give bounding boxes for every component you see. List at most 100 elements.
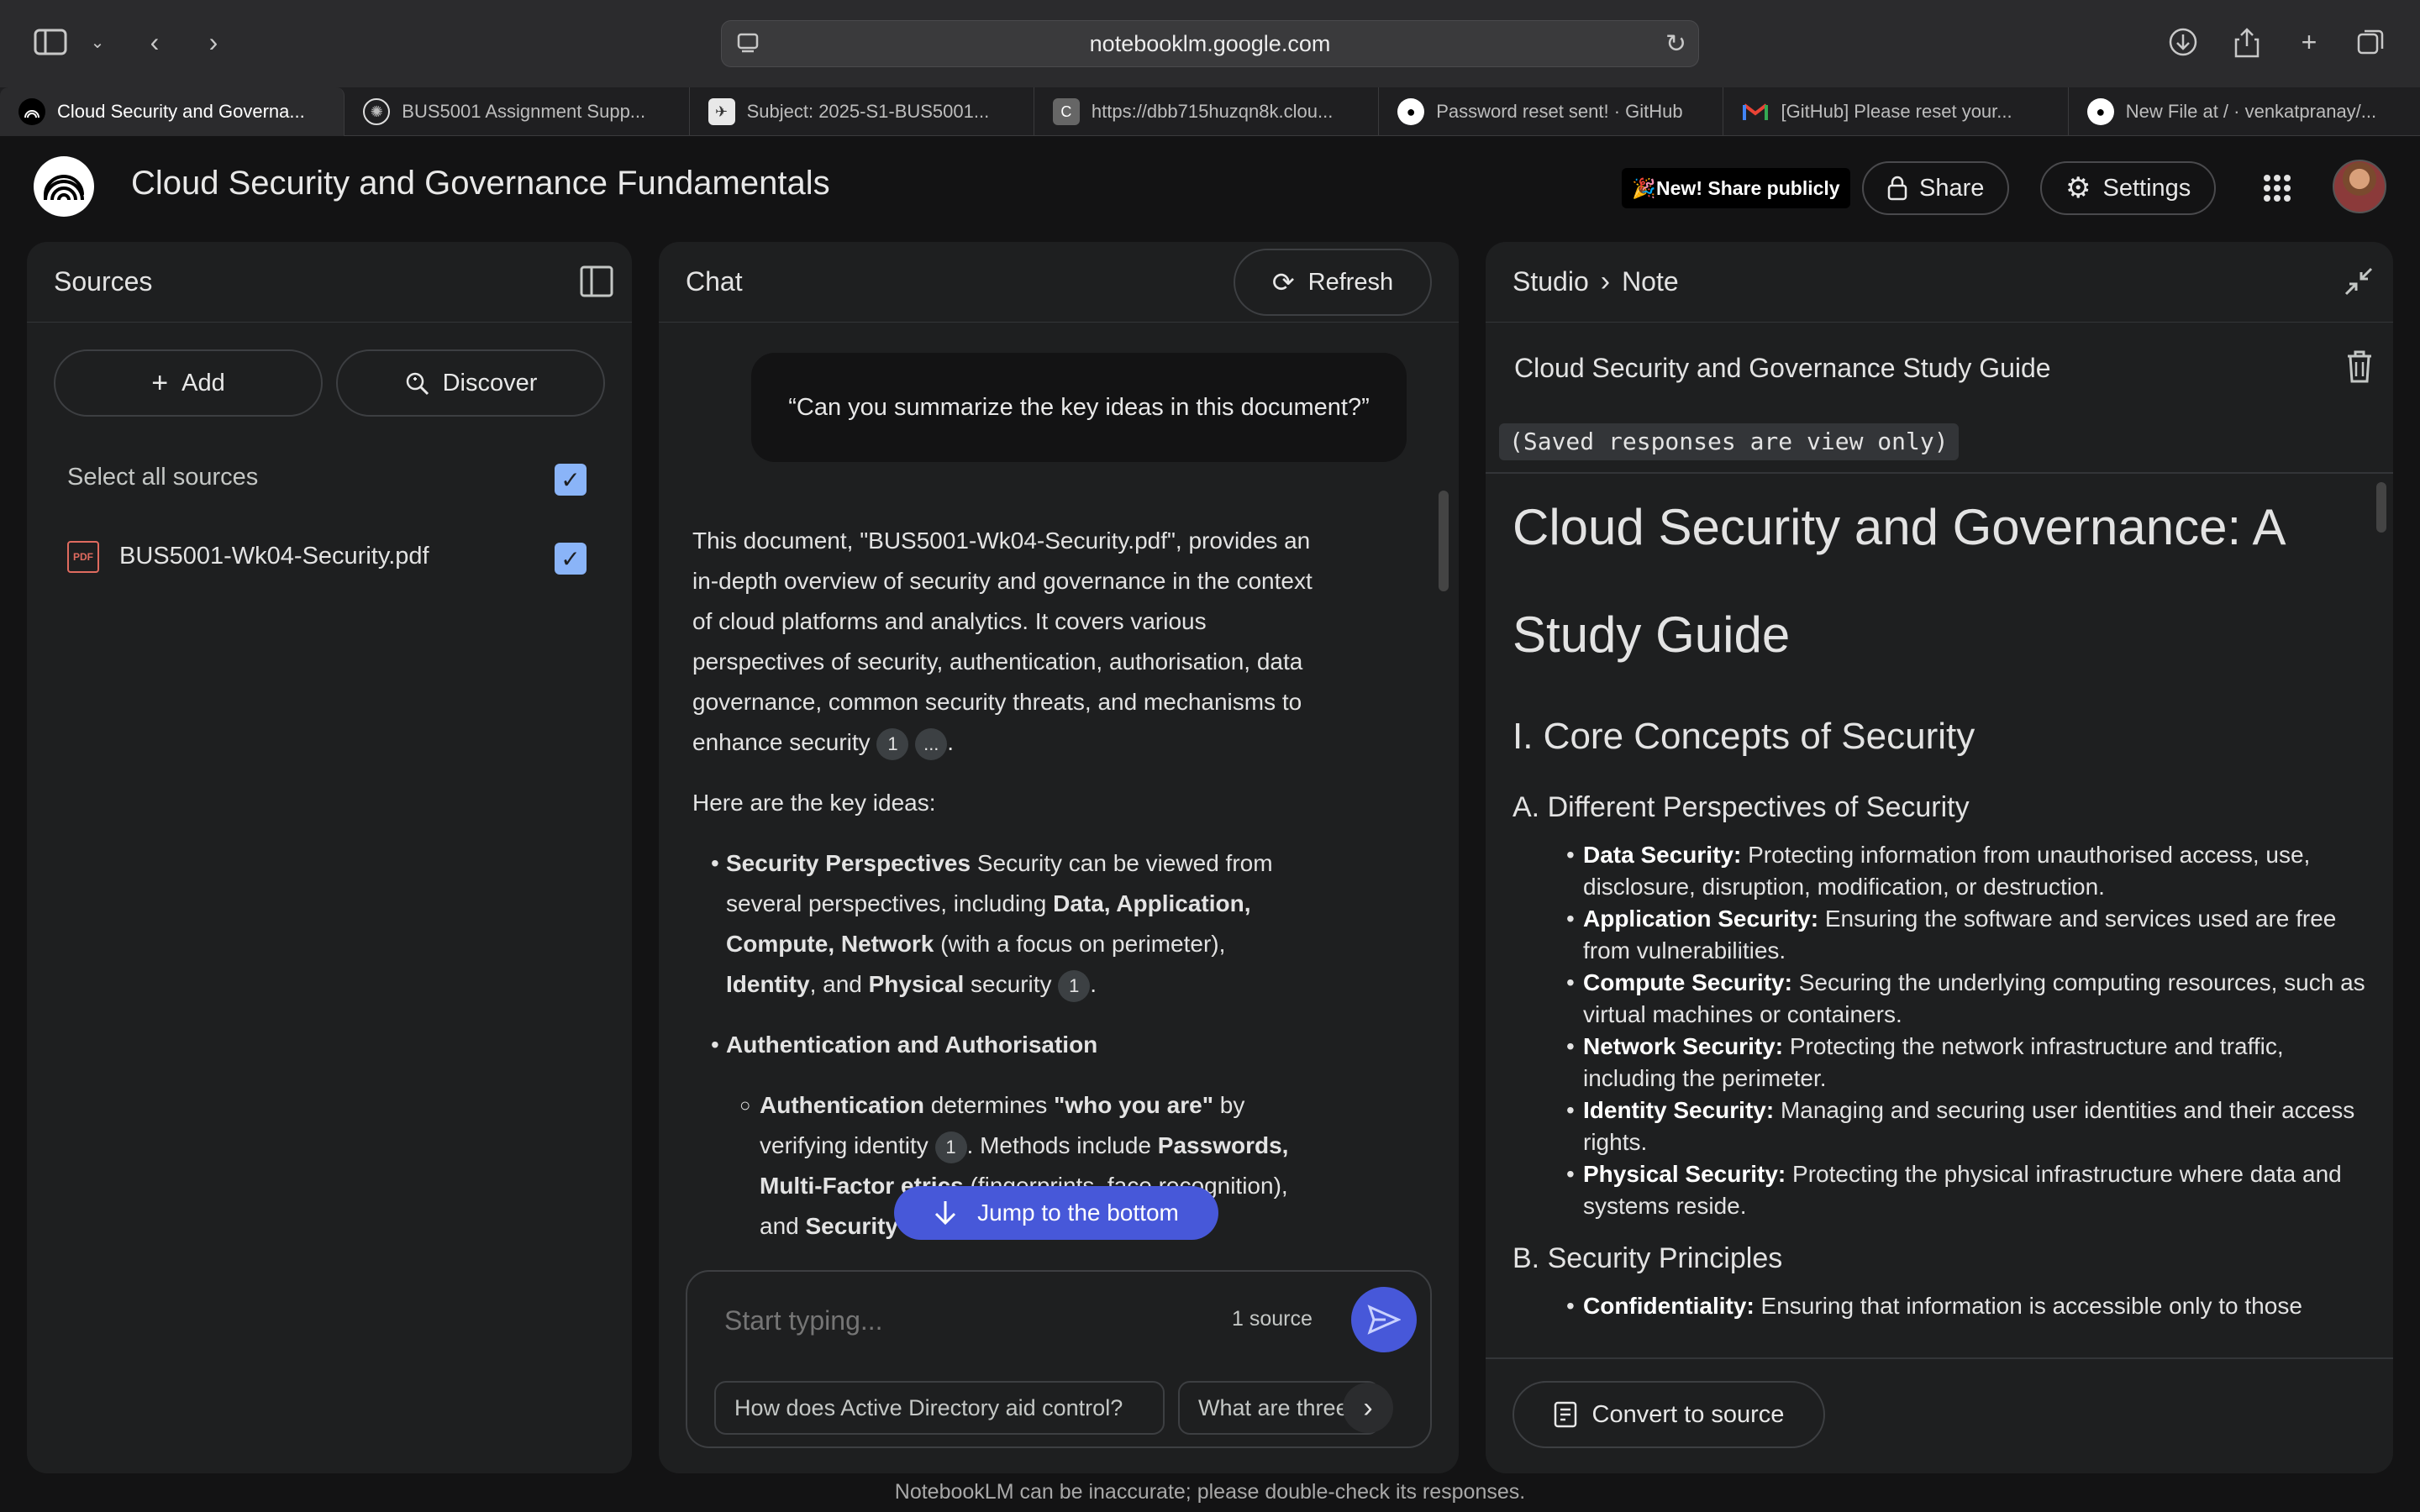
suggestions-next-button[interactable]: › — [1343, 1383, 1393, 1433]
avatar[interactable] — [2333, 160, 2386, 213]
new-tab-icon[interactable]: + — [2291, 24, 2328, 60]
source-item[interactable]: PDF BUS5001-Wk04-Security.pdf — [67, 533, 605, 583]
subject-favicon-icon: ✈ — [708, 98, 735, 125]
citation-chip[interactable]: 1 — [876, 727, 909, 760]
url-text: notebooklm.google.com — [1089, 30, 1331, 56]
downloads-icon[interactable] — [2165, 24, 2202, 60]
browser-tab[interactable]: ✺ BUS5001 Assignment Supp... — [345, 87, 690, 136]
convert-to-source-button[interactable]: Convert to source — [1512, 1381, 1825, 1448]
browser-toolbar: ⌄ ‹ › notebooklm.google.com ↻ + — [0, 0, 2420, 87]
reload-icon[interactable]: ↻ — [1665, 29, 1686, 59]
collapse-panel-icon[interactable] — [580, 265, 613, 297]
breadcrumb-note: Note — [1622, 266, 1679, 297]
disclaimer: NotebookLM can be inaccurate; please dou… — [894, 1480, 1526, 1504]
note-content[interactable]: Cloud Security and Governance: A Study G… — [1486, 474, 2393, 1357]
gear-icon: ⚙ — [2065, 172, 2091, 204]
view-only-notice: (Saved responses are view only) — [1499, 423, 1959, 460]
notebook-title[interactable]: Cloud Security and Governance Fundamenta… — [131, 165, 830, 202]
browser-tab[interactable]: ✈ Subject: 2025-S1-BUS5001... — [690, 87, 1034, 136]
sources-header: Sources — [27, 242, 632, 323]
chatgpt-favicon-icon: ✺ — [363, 98, 391, 125]
lock-icon — [1887, 176, 1907, 201]
select-all-label: Select all sources — [67, 464, 259, 491]
source-count: 1 source — [1232, 1307, 1313, 1331]
chevron-right-icon: › — [1363, 1391, 1373, 1424]
add-source-button[interactable]: + Add — [54, 349, 323, 417]
refresh-button[interactable]: ⟳ Refresh — [1234, 249, 1432, 316]
page-settings-icon[interactable] — [735, 31, 760, 56]
new-feature-badge[interactable]: 🎉New! Share publicly — [1622, 168, 1850, 208]
pdf-icon: PDF — [67, 541, 99, 573]
source-name: BUS5001-Wk04-Security.pdf — [119, 543, 429, 570]
chevron-down-icon[interactable]: ⌄ — [79, 24, 116, 60]
principles-list: Confidentiality: Ensuring that informati… — [1512, 1290, 2366, 1322]
browser-tab[interactable]: ● New File at / · venkatpranay/... — [2069, 87, 2420, 136]
divider — [1486, 1357, 2393, 1359]
browser-tab[interactable]: [GitHub] Please reset your... — [1723, 87, 2069, 136]
chat-header: Chat ⟳ Refresh — [659, 242, 1459, 323]
user-message: “Can you summarize the key ideas in this… — [751, 353, 1407, 462]
note-title: Cloud Security and Governance Study Guid… — [1514, 353, 2051, 383]
settings-button[interactable]: ⚙ Settings — [2040, 161, 2217, 215]
citation-chip[interactable]: 1 — [1058, 969, 1091, 1002]
send-button[interactable] — [1351, 1287, 1417, 1352]
studio-header: Studio › Note — [1486, 242, 2393, 323]
discover-search-icon — [404, 370, 429, 396]
sources-panel: Sources + Add Discover Select all source… — [27, 242, 632, 1473]
jump-to-bottom-button[interactable]: Jump to the bottom — [894, 1186, 1218, 1240]
list-item: Application Security: Ensuring the softw… — [1566, 903, 2366, 967]
key-ideas-label: Here are the key ideas: — [692, 790, 936, 816]
forward-icon[interactable]: › — [195, 24, 232, 60]
citation-more-chip[interactable]: ... — [915, 727, 948, 760]
sidebar-toggle-icon[interactable] — [32, 24, 69, 60]
tab-strip: Cloud Security and Governa... ✺ BUS5001 … — [0, 87, 2420, 136]
source-checkbox[interactable]: ✓ — [555, 543, 587, 575]
gmail-favicon-icon — [1742, 98, 1769, 125]
list-item: Security Perspectives Security can be vi… — [692, 843, 1314, 1005]
back-icon[interactable]: ‹ — [136, 24, 173, 60]
citation-chip[interactable]: 1 — [934, 1131, 967, 1163]
doc-title: Cloud Security and Governance: A Study G… — [1512, 499, 2284, 663]
list-item: Compute Security: Securing the underlyin… — [1566, 967, 2366, 1031]
chat-composer: 1 source How does Active Directory aid c… — [686, 1270, 1432, 1448]
select-all-checkbox[interactable]: ✓ — [555, 464, 587, 496]
sources-title: Sources — [54, 266, 153, 297]
github-favicon-icon: ● — [2086, 98, 2114, 125]
chat-panel: Chat ⟳ Refresh “Can you summarize the ke… — [659, 242, 1459, 1473]
assistant-response: This document, "BUS5001-Wk04-Security.pd… — [692, 521, 1314, 1267]
list-item: Identity Security: Managing and securing… — [1566, 1095, 2366, 1158]
list-item: Physical Security: Protecting the physic… — [1566, 1158, 2366, 1222]
tab-overview-icon[interactable] — [2353, 24, 2390, 60]
convert-icon — [1554, 1401, 1579, 1428]
suggestion-chip[interactable]: How does Active Directory aid control? — [714, 1381, 1165, 1435]
section-heading: I. Core Concepts of Security — [1512, 716, 1975, 757]
apps-grid-icon[interactable] — [2262, 173, 2292, 203]
breadcrumb-separator-icon: › — [1600, 265, 1611, 297]
list-item: Authentication and Authorisation — [692, 1025, 1314, 1065]
list-item: Network Security: Protecting the network… — [1566, 1031, 2366, 1095]
arrow-down-icon — [934, 1200, 957, 1226]
share-page-icon[interactable] — [2228, 24, 2265, 60]
breadcrumb-studio[interactable]: Studio — [1512, 266, 1589, 297]
notebooklm-logo[interactable] — [34, 156, 94, 217]
share-button[interactable]: Share — [1862, 161, 2010, 215]
subsection-heading: A. Different Perspectives of Security — [1512, 791, 1970, 823]
perspectives-list: Data Security: Protecting information fr… — [1512, 839, 2366, 1222]
browser-tab[interactable]: Cloud Security and Governa... — [0, 87, 345, 136]
browser-tab[interactable]: C https://dbb715huzqn8k.clou... — [1034, 87, 1380, 136]
chat-input[interactable] — [724, 1297, 1178, 1344]
c-favicon-icon: C — [1052, 98, 1080, 125]
delete-icon[interactable] — [2346, 349, 2373, 383]
refresh-icon: ⟳ — [1271, 267, 1295, 297]
send-icon — [1367, 1305, 1401, 1335]
note-scrollbar[interactable] — [2376, 482, 2386, 533]
list-item: Confidentiality: Ensuring that informati… — [1566, 1290, 2366, 1322]
github-favicon-icon: ● — [1397, 98, 1425, 125]
list-item: Data Security: Protecting information fr… — [1566, 839, 2366, 903]
browser-tab[interactable]: ● Password reset sent! · GitHub — [1379, 87, 1724, 136]
address-bar[interactable]: notebooklm.google.com ↻ — [721, 20, 1699, 67]
subsection-heading: B. Security Principles — [1512, 1242, 1783, 1274]
discover-button[interactable]: Discover — [336, 349, 605, 417]
collapse-icon[interactable] — [2344, 267, 2373, 296]
chat-scrollbar[interactable] — [1439, 491, 1449, 591]
